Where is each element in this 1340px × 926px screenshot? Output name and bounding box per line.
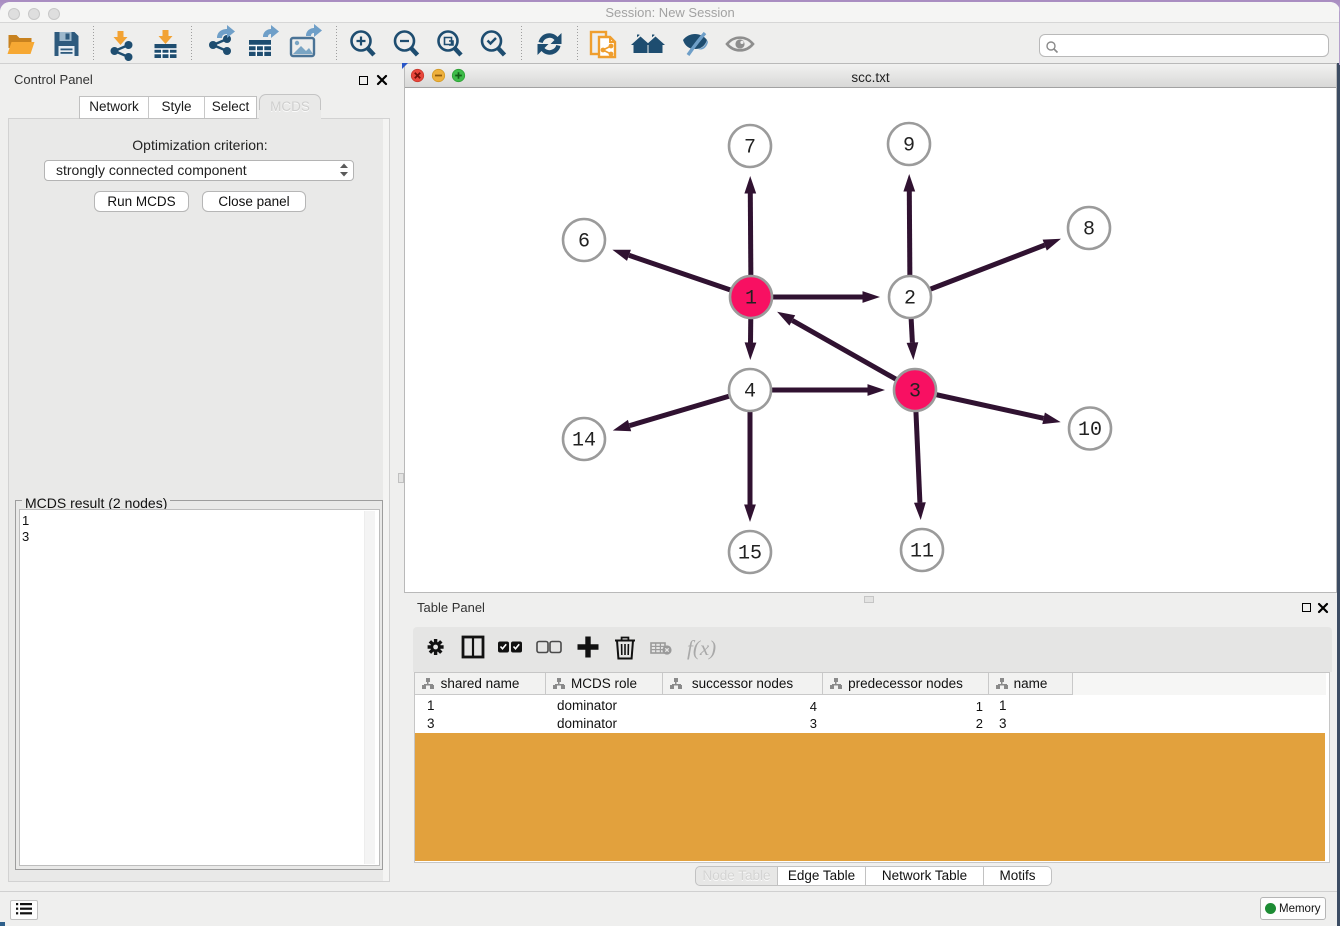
svg-text:f(x): f(x) xyxy=(687,636,716,660)
svg-text:3: 3 xyxy=(909,381,921,404)
svg-text:2: 2 xyxy=(904,288,916,311)
svg-text:8: 8 xyxy=(1083,219,1095,242)
svg-text:4: 4 xyxy=(744,381,756,404)
svg-text:11: 11 xyxy=(910,541,934,564)
svg-text:6: 6 xyxy=(578,231,590,254)
svg-text:1: 1 xyxy=(745,288,757,311)
svg-text:10: 10 xyxy=(1078,419,1102,442)
svg-text:14: 14 xyxy=(572,430,596,453)
svg-text:9: 9 xyxy=(903,135,915,158)
svg-text:7: 7 xyxy=(744,137,756,160)
svg-text:15: 15 xyxy=(738,543,762,566)
